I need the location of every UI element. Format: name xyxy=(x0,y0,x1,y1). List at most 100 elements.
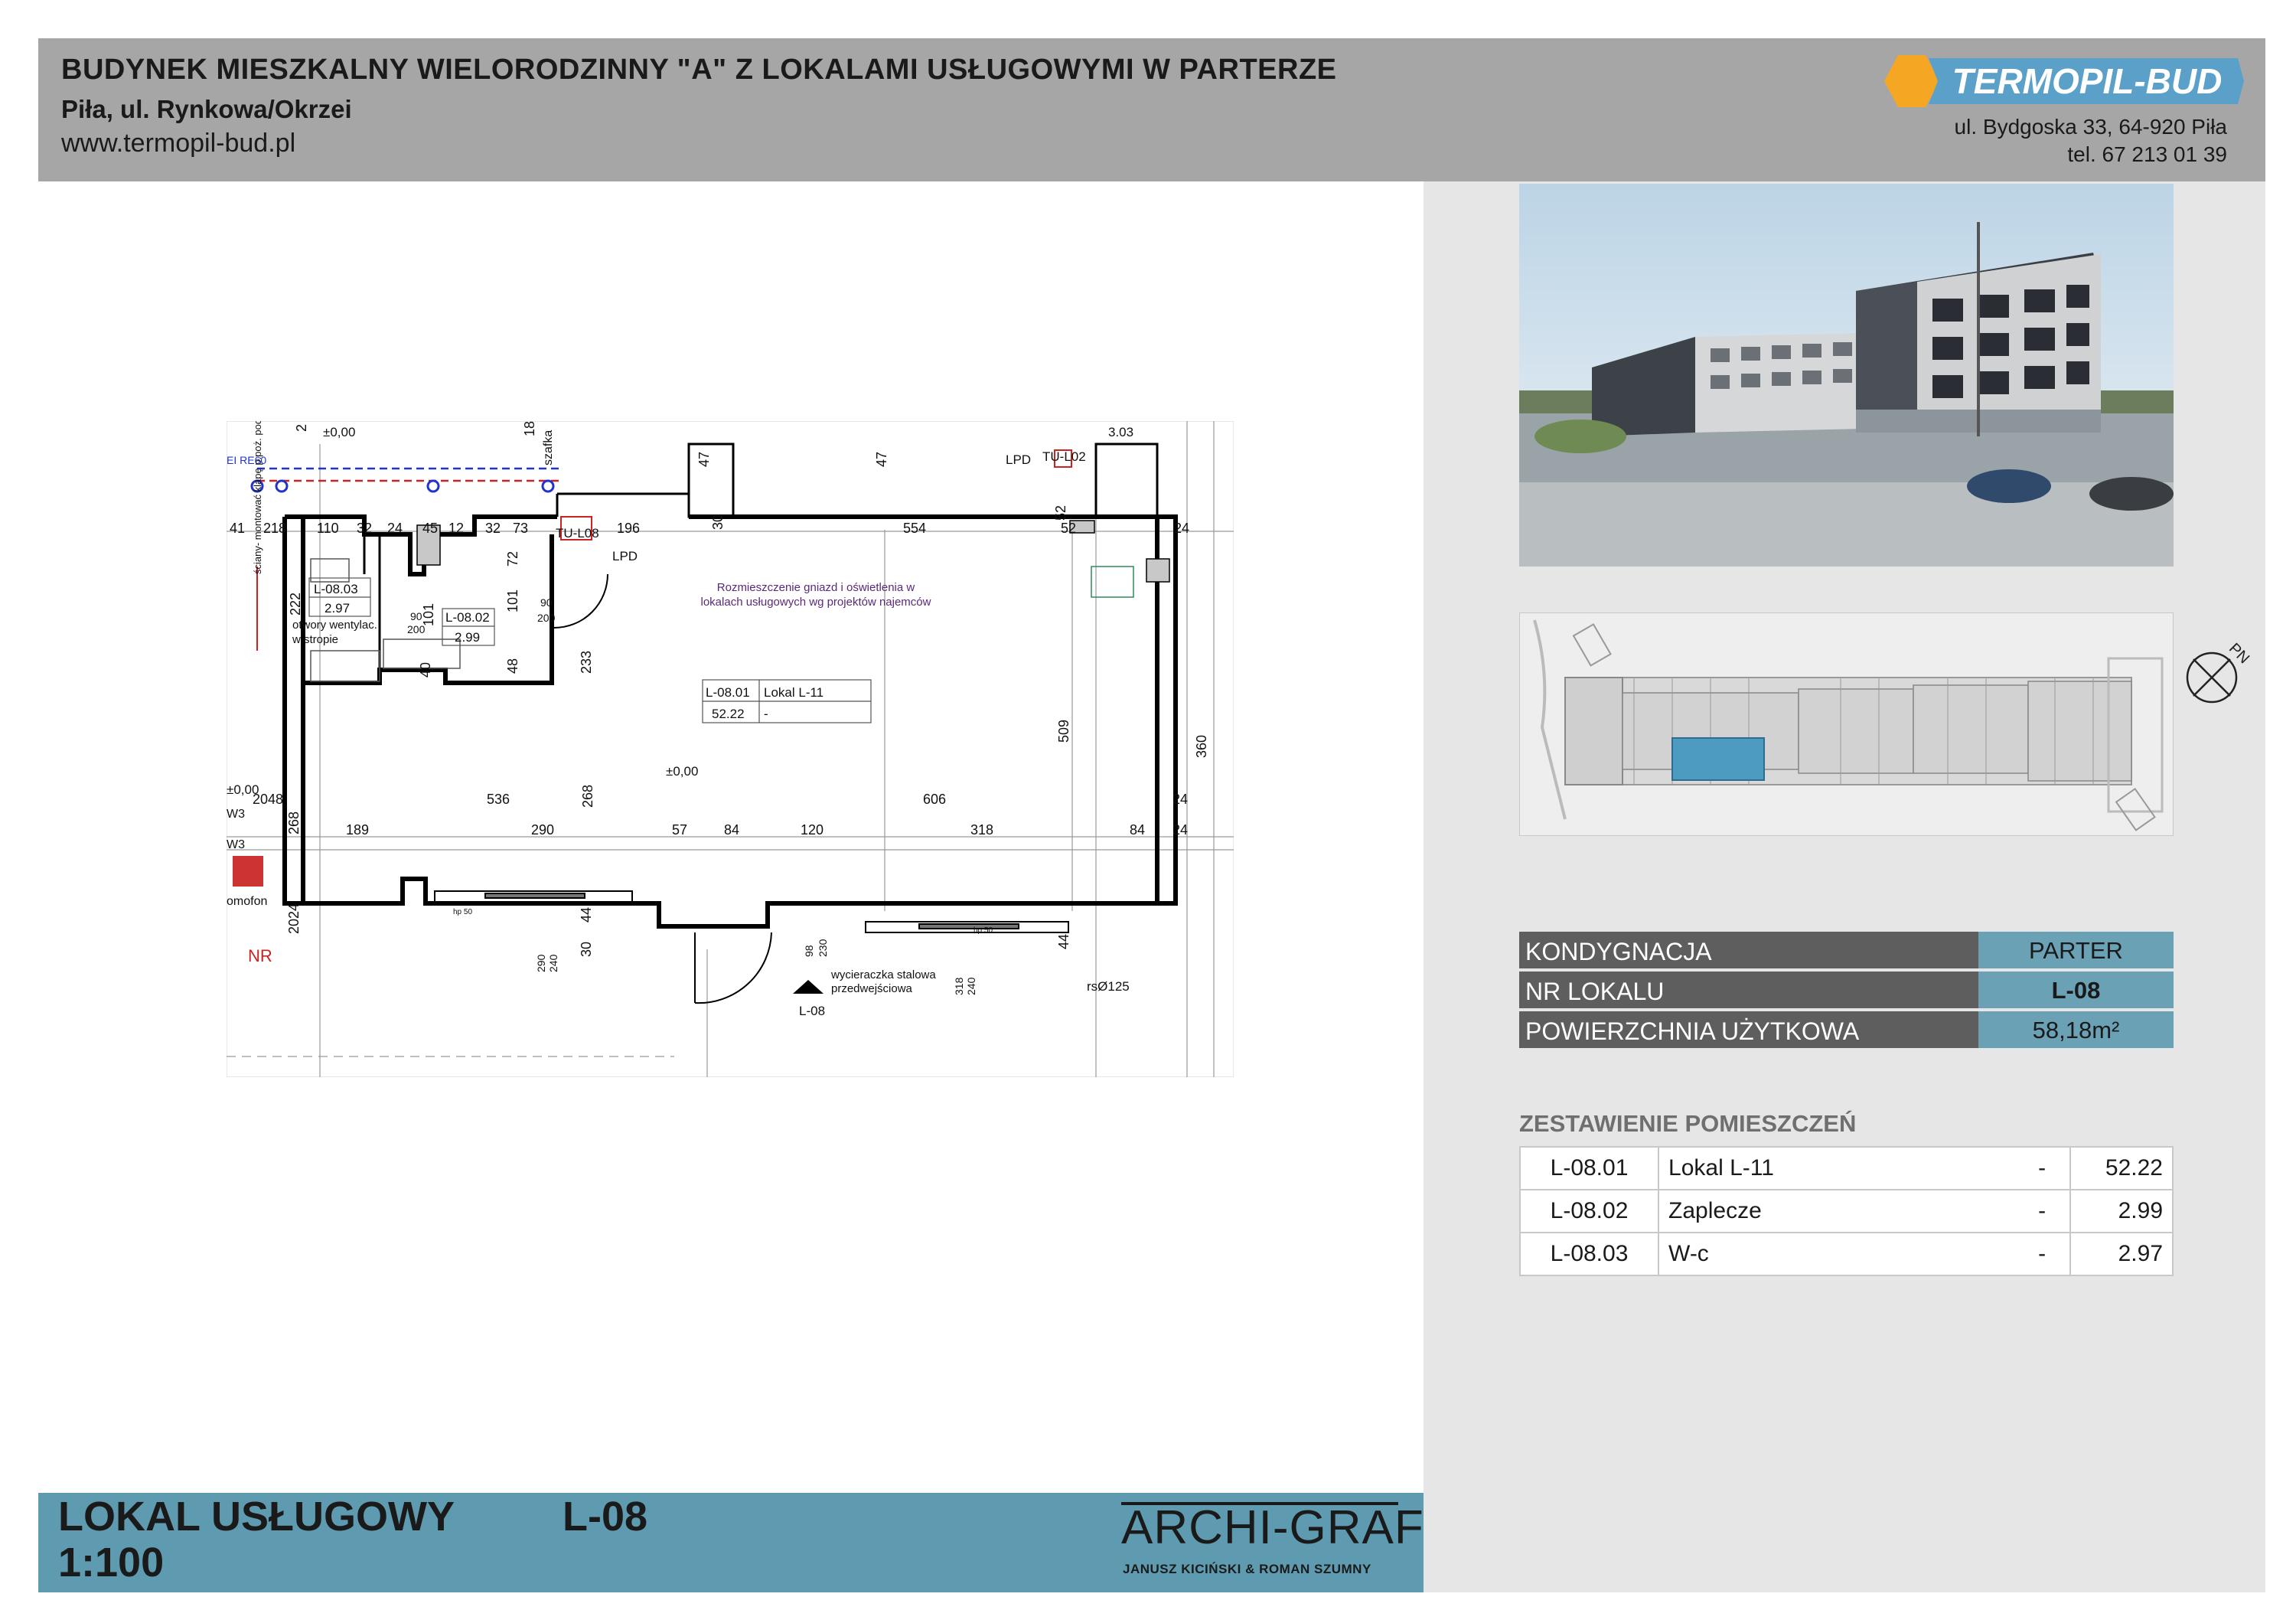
website-link[interactable]: www.termopil-bud.pl xyxy=(61,129,295,158)
room-name: Zaplecze xyxy=(1658,1189,2015,1233)
door-dim: 200 xyxy=(537,612,556,624)
cabinet-label: szafka xyxy=(542,430,555,465)
dim: 240 xyxy=(547,954,559,972)
doormat-label: wycieraczka stalowa xyxy=(830,968,936,981)
compass-label: PN xyxy=(2226,640,2250,667)
info-value: 58,18m² xyxy=(1978,1011,2174,1048)
dim: 30 xyxy=(710,514,726,530)
dim: 230 xyxy=(817,939,829,957)
dim: 233 xyxy=(579,651,594,674)
north-compass-icon: PN xyxy=(2186,640,2250,704)
dim: 30 xyxy=(579,942,594,957)
room-area: 2.99 xyxy=(2069,1189,2174,1233)
dim: 360 xyxy=(1194,735,1209,758)
company-phone: tel. 67 213 01 39 xyxy=(2067,142,2227,166)
room-label-dash: - xyxy=(764,707,768,721)
dim: 290 xyxy=(535,954,547,972)
building-render-image xyxy=(1519,184,2174,567)
dim: 84 xyxy=(1130,822,1145,838)
tu-label: TU-L08 xyxy=(556,526,599,540)
vent-duct-label: rsØ125 xyxy=(1087,979,1130,994)
dim: 318 xyxy=(970,822,993,838)
room-store-area: 2.99 xyxy=(455,630,480,645)
company-logo: TERMOPIL-BUD xyxy=(1884,55,2244,107)
dim: 218 xyxy=(263,521,286,536)
info-row-area: POWIERZCHNIA UŻYTKOWA 58,18m² xyxy=(1519,1011,2174,1048)
dim: 84 xyxy=(724,822,739,838)
dim: 24 xyxy=(387,521,403,536)
hp-label: hp 50 xyxy=(974,926,993,935)
page-subtitle: Piła, ul. Rynkowa/Okrzei xyxy=(61,95,352,123)
site-plan-image xyxy=(1519,612,2174,836)
intercom-label: omofon xyxy=(227,895,267,908)
dim: 48 xyxy=(505,658,520,674)
room-name: Lokal L-11 xyxy=(1658,1146,2015,1190)
room-label-name: Lokal L-11 xyxy=(764,685,823,700)
drawing-scale: 1:100 xyxy=(58,1540,165,1585)
dim: 47 xyxy=(874,452,889,467)
dim: 2048 xyxy=(253,792,283,807)
dim: 268 xyxy=(286,812,302,834)
nr-label: NR xyxy=(248,946,272,965)
w3-label: W3 xyxy=(227,808,245,821)
dim: 90 xyxy=(410,610,422,622)
floor-plan-drawing: Rozmieszczenie gniazd i oświetlenia w lo… xyxy=(227,421,1234,1077)
dim: 196 xyxy=(617,521,640,536)
level-mark: ±0,00 xyxy=(666,764,698,779)
dim: 32 xyxy=(485,521,501,536)
dim: 52 xyxy=(1061,521,1076,536)
dim: 24 xyxy=(1172,792,1188,807)
room-store-code: L-08.02 xyxy=(445,610,490,625)
dim: 44 xyxy=(1056,934,1071,949)
dim: 24 xyxy=(1172,822,1188,838)
lpd-label: LPD xyxy=(1006,452,1031,467)
dim: 47 xyxy=(696,452,712,467)
room-code: L-08.03 xyxy=(1518,1232,1660,1276)
info-label: NR LOKALU xyxy=(1519,972,1978,1008)
dim: 41 xyxy=(230,521,245,536)
dim: 2 xyxy=(294,424,309,432)
company-logo-text: TERMOPIL-BUD xyxy=(1952,61,2223,101)
room-dash: - xyxy=(2014,1232,2071,1276)
dim: 44 xyxy=(579,907,594,923)
table-row: L-08.02 Zaplecze - 2.99 xyxy=(1518,1189,2174,1233)
dim: 120 xyxy=(801,822,823,838)
dim: 2024 xyxy=(286,903,302,934)
vent-label: w stropie xyxy=(292,633,338,646)
dim: 12 xyxy=(448,521,464,536)
room-code: L-08.02 xyxy=(1518,1189,1660,1233)
info-label: POWIERZCHNIA UŻYTKOWA xyxy=(1519,1011,1978,1048)
vent-label: otwory wentylac. xyxy=(292,619,377,632)
unit-code: L-08 xyxy=(563,1494,648,1540)
rooms-heading: ZESTAWIENIE POMIESZCZEŃ xyxy=(1519,1110,1857,1137)
dim: 73 xyxy=(513,521,528,536)
dim: 40 xyxy=(418,662,433,678)
dim: 318 xyxy=(953,977,965,995)
info-row-floor: KONDYGNACJA PARTER xyxy=(1519,932,2174,968)
info-label: KONDYGNACJA xyxy=(1519,932,1978,968)
page-title: BUDYNEK MIESZKALNY WIELORODZINNY "A" Z L… xyxy=(61,54,1337,86)
dim: 222 xyxy=(288,593,303,616)
dim: 290 xyxy=(531,822,554,838)
dim: 240 xyxy=(965,977,977,995)
info-row-unit: NR LOKALU L-08 xyxy=(1519,972,2174,1008)
hp-label: hp 50 xyxy=(453,908,472,916)
room-label-area: 52.22 xyxy=(712,707,745,721)
dim: 606 xyxy=(923,792,946,807)
plan-note: Rozmieszczenie gniazd i oświetlenia w xyxy=(717,581,915,594)
room-label-code: L-08.01 xyxy=(706,685,750,700)
dim: 509 xyxy=(1056,720,1071,743)
door-dim: 90 xyxy=(540,596,553,609)
room-area: 52.22 xyxy=(2069,1146,2174,1190)
dim: 57 xyxy=(672,822,687,838)
info-value: PARTER xyxy=(1978,932,2174,968)
dim: 52 xyxy=(1053,505,1068,521)
room-dash: - xyxy=(2014,1189,2071,1233)
table-row: L-08.01 Lokal L-11 - 52.22 xyxy=(1518,1146,2174,1190)
dim: 110 xyxy=(317,521,339,536)
tu-label: TU-L02 xyxy=(1042,449,1086,464)
entry-label: L-08 xyxy=(799,1004,825,1018)
dim: 554 xyxy=(903,521,926,536)
doormat-label: przedwejściowa xyxy=(831,982,913,995)
dim: 268 xyxy=(580,785,595,808)
